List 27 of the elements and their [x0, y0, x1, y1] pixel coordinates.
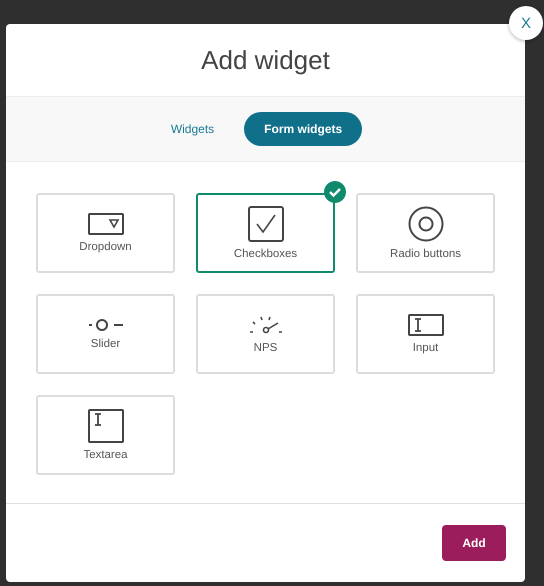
widget-label: Checkboxes — [234, 248, 298, 260]
close-button[interactable]: X — [509, 6, 543, 40]
dialog-title: Add widget — [201, 44, 330, 76]
widget-tile[interactable]: Dropdown — [36, 193, 175, 273]
widget-tile[interactable]: Textarea — [36, 395, 175, 475]
widget-label: NPS — [254, 342, 278, 354]
slider-icon — [88, 318, 124, 332]
widget-tile[interactable]: Input — [356, 294, 495, 374]
check-badge-icon — [324, 181, 346, 203]
widget-tile[interactable]: Radio buttons — [356, 193, 495, 273]
widget-tile[interactable]: Checkboxes — [196, 193, 335, 273]
radio-icon — [408, 206, 444, 242]
checkbox-icon — [248, 206, 284, 242]
tab[interactable]: Widgets — [170, 112, 214, 146]
widget-label: Slider — [90, 338, 120, 350]
widget-label: Textarea — [83, 449, 128, 461]
widget-tile[interactable]: NPS — [196, 294, 335, 374]
dropdown-icon — [88, 213, 124, 235]
gauge-icon — [248, 314, 282, 336]
add-button[interactable]: Add — [442, 525, 506, 561]
widget-tile[interactable]: Slider — [36, 294, 175, 374]
tab[interactable]: Form widgets — [244, 112, 362, 146]
widget-label: Dropdown — [79, 241, 132, 253]
text-area-icon — [88, 409, 124, 443]
text-input-icon — [408, 314, 444, 336]
widget-label: Input — [412, 342, 438, 354]
widget-label: Radio buttons — [390, 248, 461, 260]
